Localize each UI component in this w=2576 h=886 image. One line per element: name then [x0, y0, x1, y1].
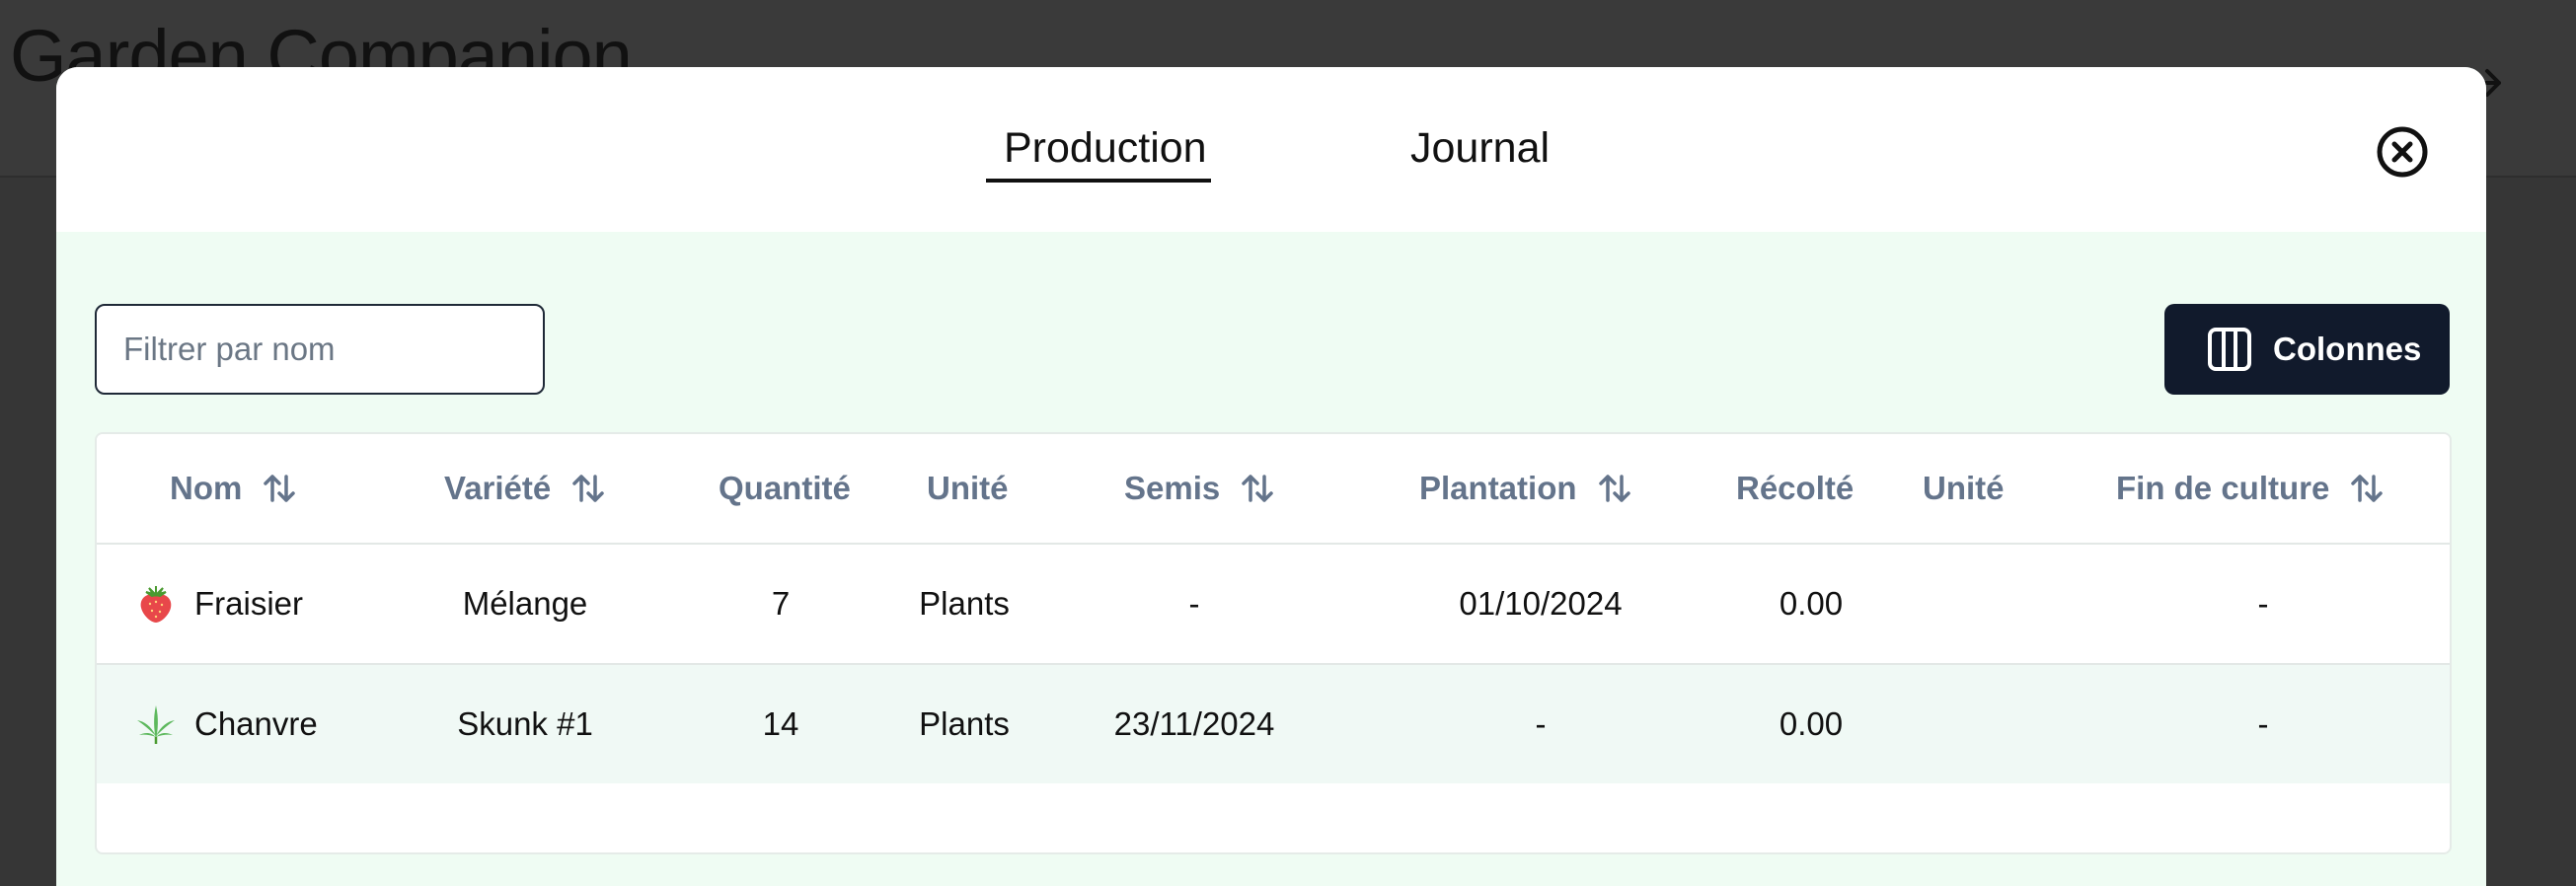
header-unite-recolte: Unité: [1923, 434, 2005, 543]
cell-unite: Plants: [919, 705, 1010, 742]
sort-icon[interactable]: [1240, 471, 1275, 506]
sort-icon[interactable]: [570, 471, 606, 506]
production-modal: Production Journal Colonnes Nom Variété: [56, 67, 2486, 886]
cell-variete: Mélange: [462, 585, 588, 622]
cell-unite-recolte: [1863, 665, 2061, 783]
table-row[interactable]: Chanvre Skunk #1 14 Plants 23/11/2024 - …: [97, 665, 2450, 783]
filter-name-input[interactable]: [95, 304, 545, 395]
modal-header: Production Journal: [56, 67, 2486, 232]
cell-plantation: -: [1535, 705, 1547, 742]
cell-unite-recolte: [1863, 545, 2061, 663]
header-plantation-label: Plantation: [1419, 470, 1577, 506]
tab-production[interactable]: Production: [1004, 124, 1207, 173]
cell-semis: -: [1188, 585, 1200, 622]
close-icon[interactable]: [2375, 124, 2430, 180]
production-table: Nom Variété Quantité Unité Semis Plantat…: [95, 432, 2452, 854]
table-header: Nom Variété Quantité Unité Semis Plantat…: [97, 434, 2450, 545]
header-fin-label: Fin de culture: [2116, 470, 2330, 506]
header-semis-label: Semis: [1124, 470, 1221, 506]
sort-icon[interactable]: [1597, 471, 1632, 506]
header-nom: Nom: [170, 434, 297, 543]
columns-button[interactable]: Colonnes: [2164, 304, 2450, 395]
cell-nom: Chanvre: [134, 665, 411, 783]
cell-quantite: 7: [771, 585, 791, 622]
table-row[interactable]: Fraisier Mélange 7 Plants - 01/10/2024 0…: [97, 545, 2450, 665]
cell-unite: Plants: [919, 585, 1010, 622]
header-fin-de-culture: Fin de culture: [2116, 434, 2385, 543]
columns-icon: [2208, 328, 2251, 371]
cell-plantation: 01/10/2024: [1459, 585, 1623, 622]
cell-fin-de-culture: -: [2257, 585, 2269, 622]
header-variete: Variété: [444, 434, 606, 543]
header-nom-label: Nom: [170, 470, 243, 506]
strawberry-icon: [140, 586, 172, 623]
cell-nom: Fraisier: [134, 545, 411, 663]
header-recolte-label: Récolté: [1736, 470, 1855, 506]
cell-quantite: 14: [762, 705, 799, 742]
header-unite: Unité: [927, 434, 1009, 543]
header-semis: Semis: [1124, 434, 1275, 543]
active-tab-indicator: [986, 179, 1211, 183]
cell-nom-label: Chanvre: [194, 705, 318, 742]
header-plantation: Plantation: [1419, 434, 1632, 543]
header-unite-label: Unité: [927, 470, 1009, 506]
cell-semis: 23/11/2024: [1113, 705, 1275, 742]
cell-variete: Skunk #1: [457, 705, 593, 742]
header-variete-label: Variété: [444, 470, 552, 506]
header-recolte: Récolté: [1736, 434, 1854, 543]
header-unite-recolte-label: Unité: [1923, 470, 2005, 506]
tab-journal[interactable]: Journal: [1410, 124, 1550, 173]
header-quantite: Quantité: [719, 434, 851, 543]
columns-button-label: Colonnes: [2273, 331, 2422, 367]
cannabis-leaf-icon: [137, 705, 175, 744]
sort-icon[interactable]: [2349, 471, 2385, 506]
header-quantite-label: Quantité: [719, 470, 851, 506]
sort-icon[interactable]: [262, 471, 297, 506]
cell-nom-label: Fraisier: [194, 585, 304, 622]
cell-fin-de-culture: -: [2257, 705, 2269, 742]
